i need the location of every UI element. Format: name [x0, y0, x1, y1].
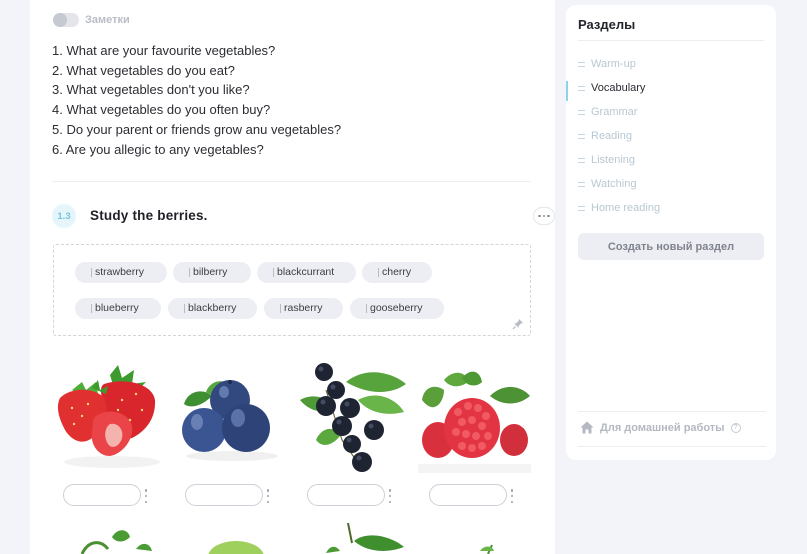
- blackcurrant-photo: [300, 363, 406, 472]
- drag-handle-icon[interactable]: [578, 181, 585, 187]
- section-item-label: Reading: [591, 130, 632, 142]
- divider: [578, 411, 766, 412]
- section-item-label: Warm-up: [591, 58, 636, 70]
- section-item-home-reading[interactable]: Home reading: [578, 200, 660, 216]
- drag-handle-icon[interactable]: [578, 61, 585, 67]
- berry-photo: [80, 530, 152, 554]
- section-item-label: Listening: [591, 154, 636, 166]
- exercise-more-button[interactable]: [533, 207, 555, 225]
- question-list: 1. What are your favourite vegetables? 2…: [52, 41, 341, 159]
- homework-toggle[interactable]: Для домашней работы ?: [580, 421, 741, 434]
- answer-input[interactable]: [429, 484, 507, 506]
- notes-toggle-row[interactable]: Заметки: [53, 13, 130, 27]
- lesson-content: Заметки 1. What are your favourite veget…: [30, 0, 555, 554]
- raspberry-photo: [418, 360, 531, 473]
- berry-photo: [480, 544, 494, 554]
- help-icon[interactable]: ?: [730, 422, 741, 433]
- notes-label: Заметки: [85, 14, 130, 26]
- exercise-title: Study the berries.: [90, 208, 208, 223]
- word-chip[interactable]: gooseberry: [350, 298, 444, 319]
- question-item: 5. Do your parent or friends grow anu ve…: [52, 121, 342, 137]
- berry-photo: [326, 523, 404, 553]
- question-item: 3. What vegetables don't you like?: [52, 82, 250, 98]
- answer-input[interactable]: [63, 484, 141, 506]
- home-icon: [580, 421, 594, 434]
- drag-handle-icon[interactable]: [578, 133, 585, 139]
- divider: [52, 181, 531, 182]
- divider: [578, 40, 764, 41]
- more-dots-icon: [538, 214, 541, 218]
- question-item: 2. What vegetables do you eat?: [52, 62, 235, 78]
- word-chip[interactable]: blackcurrant: [257, 262, 356, 283]
- active-indicator: [566, 81, 568, 101]
- section-item-watching[interactable]: Watching: [578, 176, 636, 192]
- word-chip[interactable]: rasberry: [264, 298, 343, 319]
- word-chip[interactable]: blackberry: [168, 298, 257, 319]
- section-item-label: Home reading: [591, 202, 661, 214]
- berry-photo: [208, 541, 264, 554]
- exercise-number-badge: 1.3: [52, 204, 76, 228]
- drag-handle-icon[interactable]: [578, 85, 585, 91]
- section-item-vocabulary[interactable]: Vocabulary: [578, 80, 645, 96]
- kebab-menu-icon[interactable]: [510, 489, 514, 503]
- sections-panel: Разделы Warm-up Vocabulary Grammar Readi…: [566, 5, 776, 460]
- section-item-reading[interactable]: Reading: [578, 128, 632, 144]
- word-chip[interactable]: strawberry: [75, 262, 167, 283]
- question-item: 6. Are you allegic to any vegetables?: [52, 141, 264, 157]
- kebab-menu-icon[interactable]: [144, 489, 148, 503]
- drag-handle-icon[interactable]: [578, 205, 585, 211]
- section-item-label: Watching: [591, 178, 637, 190]
- homework-label: Для домашней работы: [600, 421, 725, 434]
- word-chip[interactable]: cherry: [362, 262, 432, 283]
- word-bank: strawberry bilberry blackcurrant cherry …: [53, 244, 531, 336]
- section-item-grammar[interactable]: Grammar: [578, 104, 637, 120]
- answer-input[interactable]: [185, 484, 263, 506]
- answer-input[interactable]: [307, 484, 385, 506]
- kebab-menu-icon[interactable]: [388, 489, 392, 503]
- blueberries-photo: [182, 380, 278, 461]
- drag-handle-icon[interactable]: [578, 157, 585, 163]
- word-chip[interactable]: bilberry: [173, 262, 251, 283]
- section-item-label: Vocabulary: [591, 82, 646, 94]
- pin-icon[interactable]: [512, 318, 524, 330]
- section-item-label: Grammar: [591, 106, 638, 118]
- sections-title: Разделы: [578, 17, 636, 32]
- kebab-menu-icon[interactable]: [266, 489, 270, 503]
- notes-toggle[interactable]: [53, 13, 79, 27]
- question-item: 4. What vegetables do you often buy?: [52, 102, 271, 118]
- create-section-button[interactable]: Создать новый раздел: [578, 233, 764, 260]
- drag-handle-icon[interactable]: [578, 109, 585, 115]
- divider: [578, 446, 766, 447]
- word-chip[interactable]: blueberry: [75, 298, 161, 319]
- question-item: 1. What are your favourite vegetables?: [52, 43, 276, 58]
- strawberries-photo: [57, 365, 160, 468]
- section-item-warm-up[interactable]: Warm-up: [578, 56, 636, 72]
- section-item-listening[interactable]: Listening: [578, 152, 635, 168]
